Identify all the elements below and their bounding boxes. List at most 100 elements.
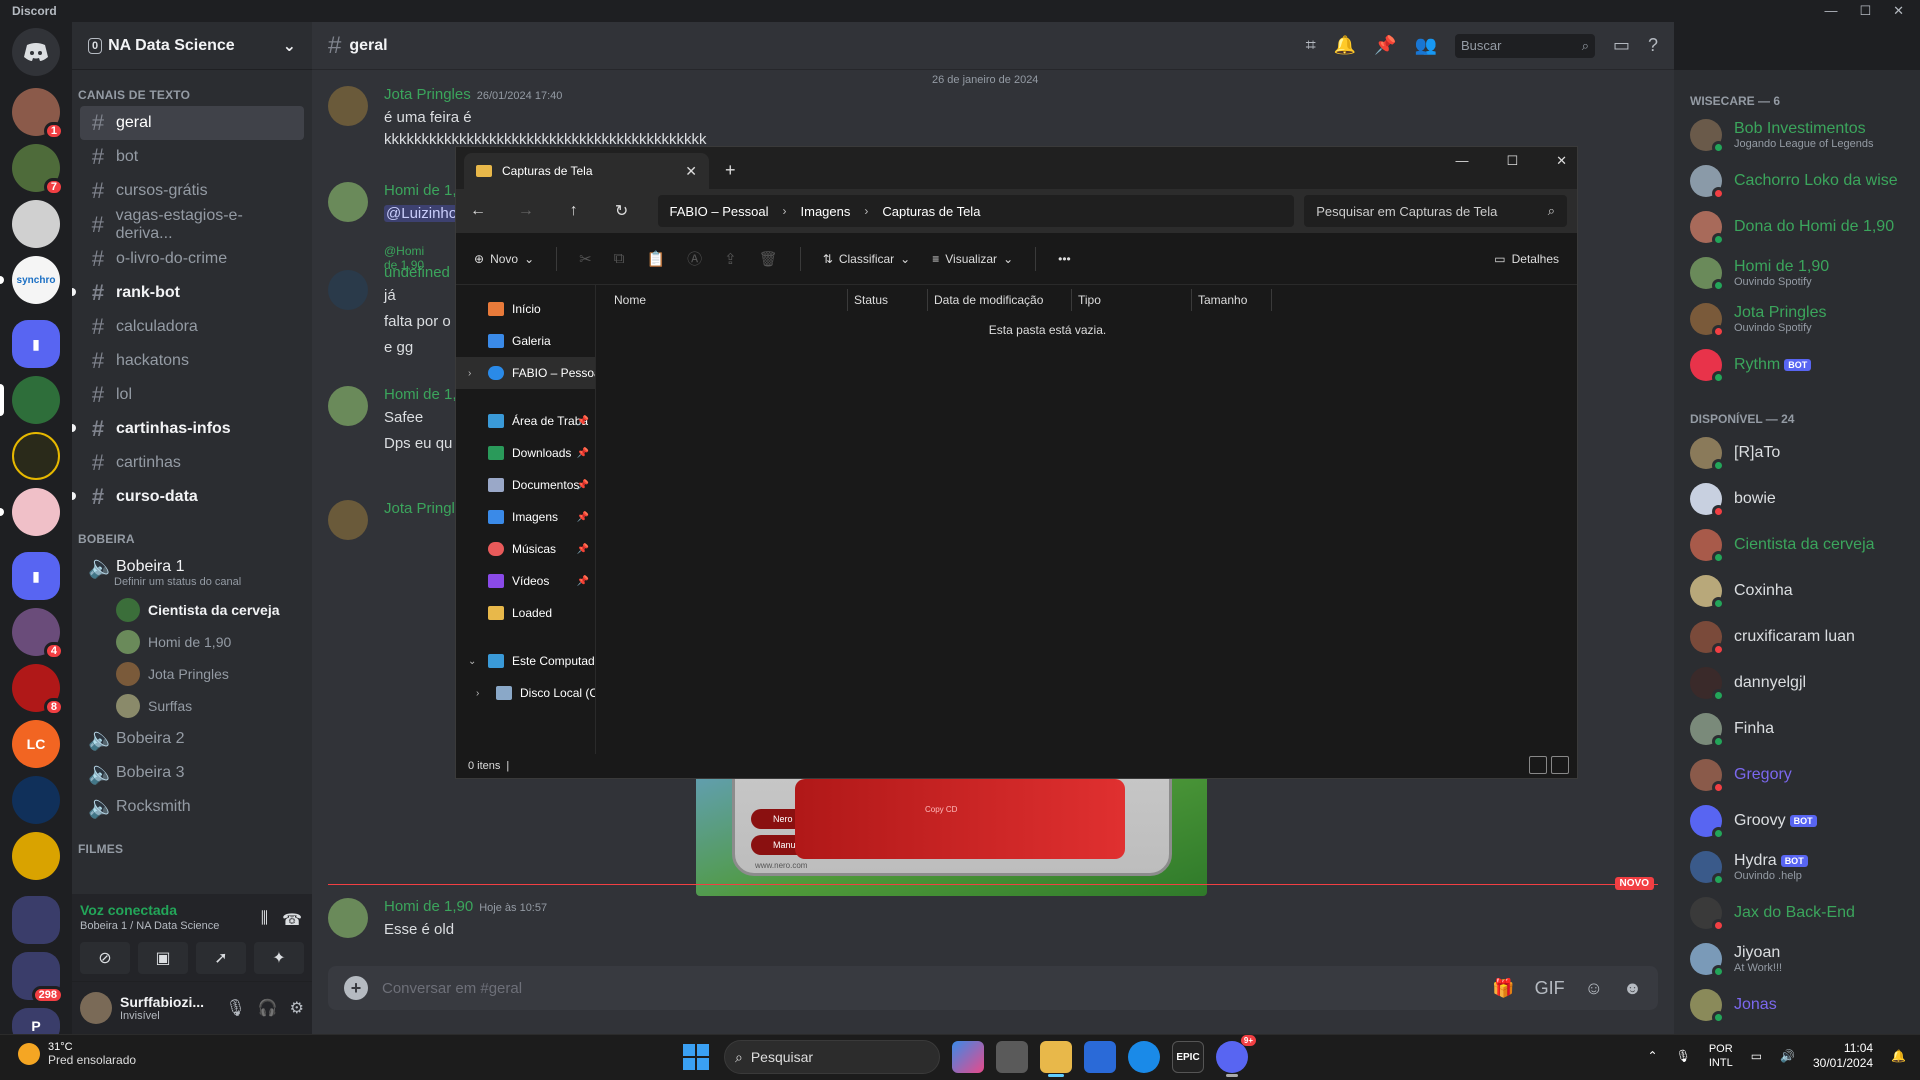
voice-user[interactable]: Jota Pringles bbox=[72, 658, 312, 690]
member-item[interactable]: Finha bbox=[1682, 706, 1912, 752]
nav-item-gallery[interactable]: Galeria bbox=[456, 325, 595, 357]
chevron-down-icon[interactable]: ⌄ bbox=[468, 656, 476, 667]
avatar[interactable] bbox=[328, 182, 368, 222]
member-item[interactable]: cruxificaram luan bbox=[1682, 614, 1912, 660]
avatar[interactable] bbox=[328, 270, 368, 310]
voice-channel-bobeira-3[interactable]: 🔈 Bobeira 3 bbox=[80, 756, 304, 790]
server-avatar-3[interactable] bbox=[12, 200, 60, 248]
more-options-icon[interactable]: ••• bbox=[1058, 252, 1071, 266]
column-type[interactable]: Tipo bbox=[1072, 288, 1192, 311]
channel-cartinhas[interactable]: # cartinhas bbox=[80, 446, 304, 480]
minimize-icon[interactable]: — bbox=[1455, 153, 1468, 169]
bell-icon[interactable]: 🔔 bbox=[1334, 35, 1356, 56]
channel-curso-data[interactable]: # curso-data bbox=[72, 480, 304, 514]
pin-icon[interactable]: 📌 bbox=[1374, 35, 1396, 56]
windows-start-icon[interactable] bbox=[680, 1041, 712, 1073]
voice-channel-rocksmith[interactable]: 🔈 Rocksmith bbox=[80, 790, 304, 824]
chevron-right-icon[interactable]: › bbox=[476, 688, 479, 699]
member-item[interactable]: Dona do Homi de 1,90 bbox=[1682, 204, 1912, 250]
server-avatar-1[interactable]: 1 bbox=[12, 88, 64, 140]
column-modified[interactable]: Data de modificação bbox=[928, 288, 1072, 311]
refresh-icon[interactable]: ↻ bbox=[610, 201, 634, 221]
channel-rank-bot[interactable]: # rank-bot bbox=[72, 276, 304, 310]
delete-icon[interactable]: 🗑 bbox=[759, 250, 778, 268]
view-button[interactable]: ≡ Visualizar ⌄ bbox=[932, 252, 1013, 266]
nav-item-music[interactable]: Músicas 📌 bbox=[456, 533, 595, 565]
voice-channel-bobeira-2[interactable]: 🔈 Bobeira 2 bbox=[80, 722, 304, 756]
copy-icon[interactable]: ⧉ bbox=[614, 250, 625, 267]
maximize-icon[interactable]: ☐ bbox=[1506, 153, 1518, 169]
server-avatar-4[interactable] bbox=[0, 376, 60, 424]
folder-icon[interactable]: ▮ bbox=[12, 552, 60, 600]
category-filmes[interactable]: FILMES bbox=[72, 824, 312, 860]
server-avatar-10[interactable] bbox=[12, 776, 60, 824]
pin-icon[interactable]: 📌 bbox=[577, 576, 589, 587]
copilot-icon[interactable] bbox=[952, 1041, 984, 1073]
channel-geral[interactable]: # geral bbox=[80, 106, 304, 140]
voice-user[interactable]: Cientista da cerveja bbox=[72, 594, 312, 626]
message-composer[interactable]: + Conversar em #geral 🎁 GIF ☺ ☻ bbox=[328, 966, 1658, 1010]
nav-item-home[interactable]: Início bbox=[456, 293, 595, 325]
pin-icon[interactable]: 📌 bbox=[577, 416, 589, 427]
channel-calculadora[interactable]: # calculadora bbox=[80, 310, 304, 344]
message-author[interactable]: Homi de 1,90 bbox=[384, 898, 473, 915]
soundboard-icon[interactable]: ✦ bbox=[254, 942, 304, 974]
explorer-search-input[interactable]: Pesquisar em Capturas de Tela ⌕ bbox=[1304, 195, 1567, 227]
share-icon[interactable]: ⇪ bbox=[724, 250, 737, 268]
discord-home-icon[interactable] bbox=[12, 28, 60, 76]
user-name[interactable]: Surffabiozi... bbox=[120, 994, 204, 1010]
sort-button[interactable]: ⇅ Classificar ⌄ bbox=[823, 252, 910, 266]
details-button[interactable]: ▭ Detalhes bbox=[1494, 252, 1559, 266]
member-item[interactable]: Cachorro Loko da wise bbox=[1682, 158, 1912, 204]
server-folder[interactable]: 298 bbox=[12, 952, 64, 1004]
channel-cartinhas-infos[interactable]: # cartinhas-infos bbox=[72, 412, 304, 446]
column-status[interactable]: Status bbox=[848, 288, 928, 311]
avatar[interactable] bbox=[328, 386, 368, 426]
server-avatar-7[interactable]: 4 bbox=[12, 608, 64, 660]
chevron-up-icon[interactable]: ⌃ bbox=[1648, 1049, 1658, 1063]
members-icon[interactable]: 👥 bbox=[1415, 35, 1437, 56]
nav-item-loaded[interactable]: Loaded bbox=[456, 597, 595, 629]
forward-arrow-icon[interactable]: → bbox=[514, 202, 538, 220]
channel-hackatons[interactable]: # hackatons bbox=[80, 344, 304, 378]
avatar[interactable] bbox=[328, 86, 368, 126]
chevron-right-icon[interactable]: › bbox=[468, 368, 471, 379]
pin-icon[interactable]: 📌 bbox=[577, 512, 589, 523]
sticker-icon[interactable]: ☺ bbox=[1585, 978, 1603, 999]
taskbar-search[interactable]: ⌕ Pesquisar bbox=[724, 1040, 940, 1074]
search-input[interactable]: Buscar ⌕ bbox=[1454, 33, 1595, 58]
disconnect-icon[interactable]: ☎ bbox=[282, 910, 302, 930]
avatar[interactable] bbox=[328, 898, 368, 938]
avatar[interactable] bbox=[328, 500, 368, 540]
channel-lol[interactable]: # lol bbox=[80, 378, 304, 412]
nav-item-pictures[interactable]: Imagens 📌 bbox=[456, 501, 595, 533]
new-tab-icon[interactable]: + bbox=[725, 160, 736, 181]
back-arrow-icon[interactable]: ← bbox=[466, 202, 490, 220]
gif-icon[interactable]: GIF bbox=[1535, 978, 1565, 999]
cut-icon[interactable]: ✂ bbox=[579, 250, 592, 268]
microphone-icon[interactable]: 🎙 bbox=[225, 998, 245, 1018]
weather-widget[interactable]: 31°C Pred ensolarado bbox=[18, 1041, 136, 1067]
screen-share-icon[interactable]: ▣ bbox=[138, 942, 188, 974]
breadcrumb[interactable]: FABIO – Pessoal › Imagens › Capturas de Te… bbox=[657, 195, 1295, 227]
explorer-tab[interactable]: Capturas de Tela ✕ bbox=[464, 153, 709, 189]
epic-games-icon[interactable]: EPIC bbox=[1172, 1041, 1204, 1073]
message-author[interactable]: undefined bbox=[384, 264, 450, 281]
member-item[interactable]: Rythm BOT bbox=[1682, 342, 1912, 388]
headphones-icon[interactable]: 🎧 bbox=[258, 998, 278, 1018]
threads-icon[interactable]: ⌗ bbox=[1306, 35, 1316, 56]
language-indicator[interactable]: POR INTL bbox=[1709, 1042, 1733, 1070]
camera-off-icon[interactable]: ⊘ bbox=[80, 942, 130, 974]
server-avatar-8[interactable]: 8 bbox=[12, 664, 64, 716]
help-icon[interactable]: ? bbox=[1648, 35, 1658, 56]
voice-user[interactable]: Homi de 1,90 bbox=[72, 626, 312, 658]
member-item[interactable]: Jonas bbox=[1682, 982, 1912, 1028]
add-attachment-icon[interactable]: + bbox=[344, 976, 368, 1000]
server-avatar-2[interactable]: 7 bbox=[12, 144, 64, 196]
paste-icon[interactable]: 📋 bbox=[646, 250, 665, 268]
member-item[interactable]: dannyelgjl bbox=[1682, 660, 1912, 706]
nav-item-videos[interactable]: Vídeos 📌 bbox=[456, 565, 595, 597]
guild-header[interactable]: 0 NA Data Science ⌄ bbox=[72, 22, 312, 70]
member-item[interactable]: bowie bbox=[1682, 476, 1912, 522]
minimize-icon[interactable]: — bbox=[1824, 0, 1837, 22]
